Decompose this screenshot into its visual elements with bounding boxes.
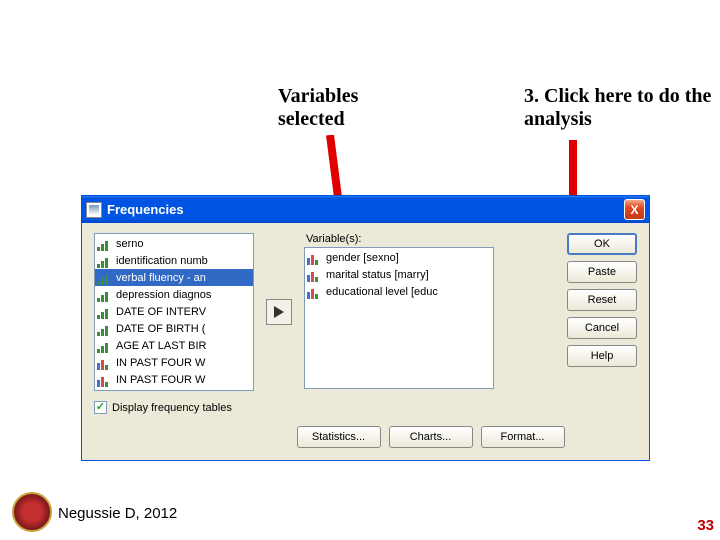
format-button[interactable]: Format... xyxy=(481,426,565,448)
scale-var-icon xyxy=(97,254,113,268)
list-item-label: identification numb xyxy=(116,255,208,267)
dialog-body: serno identification numb verbal fluency -… xyxy=(82,223,649,460)
nominal-var-icon xyxy=(307,285,323,299)
list-item[interactable]: IN PAST FOUR W xyxy=(95,354,253,371)
frequencies-dialog: Frequencies X serno identification numb ve… xyxy=(81,195,650,461)
scale-var-icon xyxy=(97,322,113,336)
nominal-var-icon xyxy=(307,268,323,282)
variables-label: Variable(s): xyxy=(304,233,557,245)
close-icon: X xyxy=(630,203,638,217)
selected-variable-list[interactable]: gender [sexno] marital status [marry] educ… xyxy=(304,247,494,389)
statistics-button[interactable]: Statistics... xyxy=(297,426,381,448)
display-freq-label: Display frequency tables xyxy=(112,402,232,414)
list-item-label: educational level [educ xyxy=(326,286,438,298)
list-item[interactable]: AGE AT LAST BIR xyxy=(95,337,253,354)
list-item-label: depression diagnos xyxy=(116,289,211,301)
window-icon xyxy=(86,202,102,218)
footer-author: Negussie D, 2012 xyxy=(58,505,177,522)
list-item-label: AGE AT LAST BIR xyxy=(116,340,206,352)
paste-button[interactable]: Paste xyxy=(567,261,637,283)
window-title: Frequencies xyxy=(107,202,624,217)
ok-button[interactable]: OK xyxy=(567,233,637,255)
list-item[interactable]: gender [sexno] xyxy=(305,249,493,266)
scale-var-icon xyxy=(97,237,113,251)
university-logo xyxy=(12,492,52,532)
list-item-label: serno xyxy=(116,238,144,250)
list-item[interactable]: marital status [marry] xyxy=(305,266,493,283)
move-right-button[interactable] xyxy=(266,299,292,325)
titlebar: Frequencies X xyxy=(82,196,649,223)
list-item[interactable]: identification numb xyxy=(95,252,253,269)
list-item[interactable]: educational level [educ xyxy=(305,283,493,300)
list-item-label: IN PAST FOUR W xyxy=(116,357,205,369)
list-item-label: marital status [marry] xyxy=(326,269,429,281)
annotation-click-analysis: 3. Click here to do the analysis xyxy=(524,85,714,131)
close-button[interactable]: X xyxy=(624,199,645,220)
scale-var-icon xyxy=(97,305,113,319)
list-item[interactable]: DATE OF INTERV xyxy=(95,303,253,320)
page-number: 33 xyxy=(697,517,714,534)
list-item-label: IN PAST FOUR W xyxy=(116,374,205,386)
scale-var-icon xyxy=(97,288,113,302)
help-button[interactable]: Help xyxy=(567,345,637,367)
nominal-var-icon xyxy=(307,251,323,265)
nominal-var-icon xyxy=(97,356,113,370)
charts-button[interactable]: Charts... xyxy=(389,426,473,448)
scale-var-icon xyxy=(97,339,113,353)
source-variable-list[interactable]: serno identification numb verbal fluency -… xyxy=(94,233,254,391)
list-item-label: DATE OF INTERV xyxy=(116,306,206,318)
list-item[interactable]: IN PAST FOUR W xyxy=(95,371,253,388)
list-item[interactable]: DATE OF BIRTH ( xyxy=(95,320,253,337)
list-item[interactable]: depression diagnos xyxy=(95,286,253,303)
annotation-text: Variables selected xyxy=(278,85,388,131)
check-icon: ✓ xyxy=(96,402,105,413)
scale-var-icon xyxy=(97,271,113,285)
cancel-button[interactable]: Cancel xyxy=(567,317,637,339)
list-item[interactable]: verbal fluency - an xyxy=(95,269,253,286)
list-item[interactable]: serno xyxy=(95,235,253,252)
list-item-label: verbal fluency - an xyxy=(116,272,206,284)
nominal-var-icon xyxy=(97,373,113,387)
list-item-label: gender [sexno] xyxy=(326,252,399,264)
list-item-label: DATE OF BIRTH ( xyxy=(116,323,205,335)
annotation-variables-selected: Variables selected xyxy=(278,85,388,131)
display-freq-checkbox[interactable]: ✓ xyxy=(94,401,107,414)
annotation-text: 3. Click here to do the analysis xyxy=(524,85,714,131)
reset-button[interactable]: Reset xyxy=(567,289,637,311)
triangle-right-icon xyxy=(274,306,284,318)
